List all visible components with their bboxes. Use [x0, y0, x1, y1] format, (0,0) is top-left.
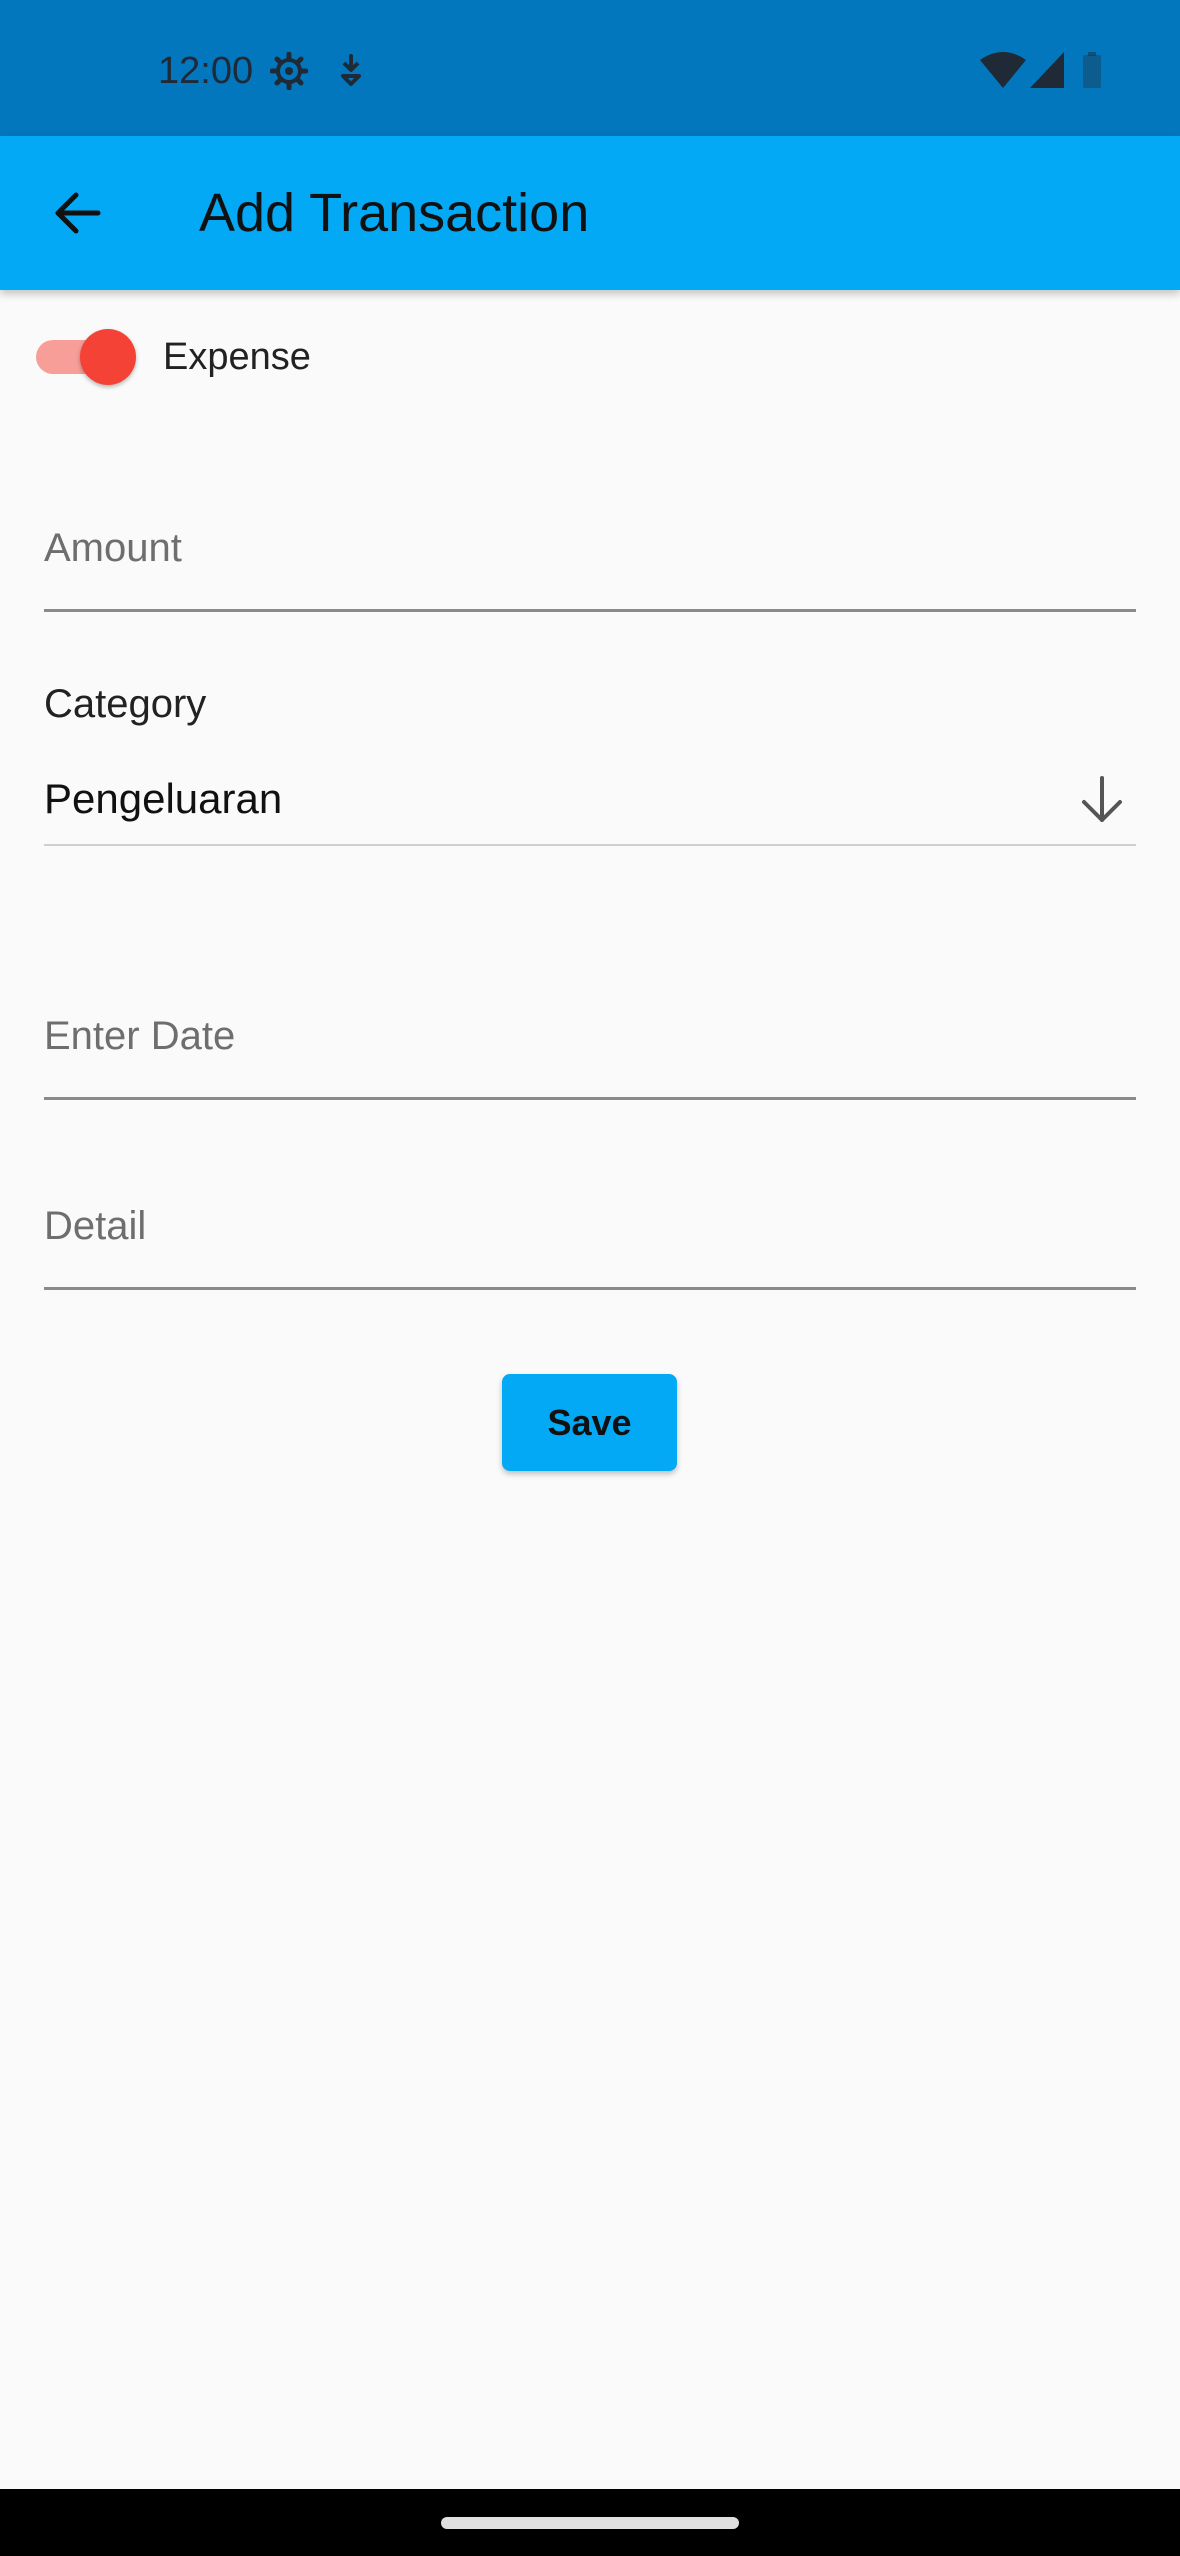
- amount-field[interactable]: Amount: [44, 502, 1136, 612]
- category-selected-value: Pengeluaran: [44, 775, 283, 822]
- transaction-type-label: Expense: [163, 336, 311, 378]
- app-bar: Add Transaction: [0, 136, 1180, 290]
- arrow-down-icon: [1082, 776, 1122, 822]
- toggle-thumb: [80, 329, 136, 385]
- status-bar: 12:00: [0, 0, 1180, 136]
- navigation-bar: [0, 2489, 1180, 2556]
- page-title: Add Transaction: [199, 183, 590, 243]
- save-button[interactable]: Save: [502, 1374, 677, 1471]
- category-dropdown[interactable]: Pengeluaran: [44, 760, 1136, 846]
- amount-placeholder: Amount: [44, 526, 182, 570]
- arrow-left-icon: [55, 192, 101, 234]
- detail-underline: [44, 1287, 1136, 1290]
- home-gesture-handle[interactable]: [441, 2517, 739, 2529]
- detail-field[interactable]: Detail: [44, 1180, 1136, 1290]
- back-button[interactable]: [36, 172, 118, 254]
- settings-gear-icon: [270, 52, 308, 90]
- category-label: Category: [44, 682, 207, 726]
- signal-icon: [1030, 52, 1064, 88]
- detail-placeholder: Detail: [44, 1204, 147, 1248]
- date-field[interactable]: Enter Date: [44, 990, 1136, 1100]
- date-underline: [44, 1097, 1136, 1100]
- category-underline: [44, 844, 1136, 846]
- download-icon: [341, 54, 361, 86]
- wifi-icon: [980, 52, 1026, 88]
- status-time: 12:00: [158, 50, 254, 92]
- amount-underline: [44, 609, 1136, 612]
- date-placeholder: Enter Date: [44, 1014, 236, 1058]
- battery-icon: [1083, 52, 1101, 88]
- expense-toggle[interactable]: [34, 326, 136, 386]
